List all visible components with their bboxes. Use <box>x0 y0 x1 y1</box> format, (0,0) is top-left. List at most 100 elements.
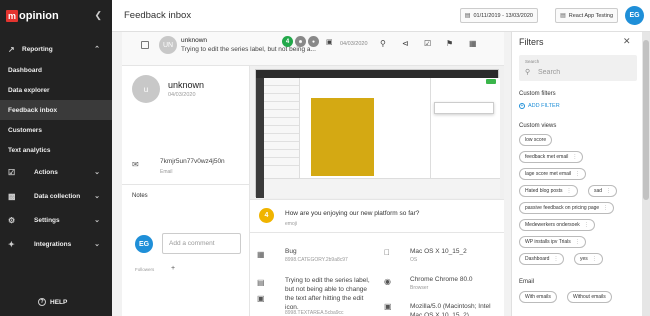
scrollbar[interactable] <box>642 32 650 316</box>
chart-line-icon: ↗ <box>8 44 15 54</box>
sidebar-group-label: Settings <box>34 216 60 224</box>
delete-icon[interactable]: ▦ <box>469 39 477 48</box>
email-label: Email <box>160 169 173 175</box>
feedback-date: 04/03/2020 <box>340 41 368 47</box>
view-chip[interactable]: lage score met email ⋮ <box>519 168 587 180</box>
clipboard-icon: ▩ <box>8 191 16 201</box>
scrollbar-thumb[interactable] <box>643 40 649 200</box>
more-icon[interactable]: ⋮ <box>606 188 611 194</box>
more-icon[interactable]: ⋮ <box>575 171 580 177</box>
more-icon[interactable]: ⋮ <box>572 154 577 160</box>
window-icon: ▣ <box>257 294 265 303</box>
chevron-down-icon: ⌄ <box>94 217 100 224</box>
avatar: u <box>132 75 160 103</box>
user-avatar[interactable]: EG <box>625 6 644 25</box>
sidebar-group-data-collection[interactable]: ▩ Data collection ⌄ <box>0 184 112 208</box>
customer-email: 7kmjr5un77v0wz4j50n <box>160 158 225 165</box>
meta-value: Bug <box>285 248 297 255</box>
more-icon[interactable]: ⋮ <box>567 188 572 194</box>
calendar-icon: ▤ <box>464 13 471 19</box>
zoom-icon[interactable]: ⚲ <box>380 39 386 48</box>
avatar: EG <box>135 235 153 253</box>
apple-icon:  <box>384 248 390 257</box>
feedback-item-header[interactable]: UN unknown Trying to edit the series lab… <box>122 32 504 66</box>
email-heading: Email <box>519 279 535 285</box>
avatar: UN <box>159 36 177 54</box>
nav-section-reporting[interactable]: ↗ Reporting ⌃ <box>0 40 112 58</box>
search-field[interactable]: Search ⚲ <box>519 55 637 81</box>
view-chip[interactable]: WP installs ipv Trials ⋮ <box>519 236 586 248</box>
select-checkbox[interactable] <box>141 41 149 49</box>
sidebar-item-customers[interactable]: Customers <box>0 120 112 140</box>
feedback-author: unknown <box>181 37 208 44</box>
sidebar-group-actions[interactable]: ☑ Actions ⌄ <box>0 160 112 184</box>
page-title: Feedback inbox <box>124 10 192 21</box>
share-icon[interactable]: ⊲ <box>402 39 409 48</box>
date-range-picker[interactable]: ▤ 01/11/2019 - 13/03/2020 <box>459 8 538 23</box>
add-follower-button[interactable]: + <box>171 265 175 272</box>
check-square-icon: ☑ <box>8 167 16 177</box>
close-icon[interactable]: ✕ <box>623 36 631 47</box>
sidebar-group-integrations[interactable]: ✦ Integrations ⌄ <box>0 232 112 256</box>
collapse-sidebar-icon[interactable]: ❮ <box>94 10 102 21</box>
sidebar-group-settings[interactable]: ⚙ Settings ⌄ <box>0 208 112 232</box>
screenshot-image <box>255 69 500 198</box>
feedback-detail: UN unknown Trying to edit the series lab… <box>122 32 504 316</box>
logo-text: opinion <box>19 10 59 22</box>
notes-heading: Notes <box>132 193 148 199</box>
meta-value: Chrome Chrome 80.0 <box>410 276 473 283</box>
more-icon[interactable]: ⋮ <box>584 222 589 228</box>
text-icon: ▤ <box>257 278 265 287</box>
screenshot-preview[interactable] <box>250 66 504 200</box>
help-link[interactable]: ? HELP <box>38 298 67 306</box>
meta-value: Trying to edit the series label, but not… <box>285 277 370 311</box>
sidebar-item-dashboard[interactable]: Dashboard <box>0 60 112 80</box>
chevron-down-icon: ⌄ <box>94 241 100 248</box>
custom-filters-heading: Custom filters <box>519 91 556 97</box>
chevron-up-icon: ⌃ <box>94 46 100 53</box>
meta-label: 8998.TEXTAREA.5cba9cc <box>285 310 344 316</box>
customer-name: unknown <box>168 80 205 90</box>
gear-icon: ⚙ <box>8 215 16 225</box>
sidebar: m opinion ❮ ↗ Reporting ⌃ Dashboard Data… <box>0 0 112 316</box>
sidebar-item-text-analytics[interactable]: Text analytics <box>0 140 112 160</box>
help-label: HELP <box>50 298 68 306</box>
logo-mark: m <box>6 10 18 22</box>
more-icon[interactable]: ⋮ <box>603 205 608 211</box>
view-chip[interactable]: feedback met email ⋮ <box>519 151 584 163</box>
emoji-icon: ☻ <box>295 36 306 47</box>
meta-value: Mozilla/5.0 (Macintosh; Intel Mac OS X 1… <box>410 303 491 316</box>
custom-views-heading: Custom views <box>519 123 557 129</box>
view-chip[interactable]: yes ⋮ <box>574 253 603 265</box>
sidebar-item-data-explorer[interactable]: Data explorer <box>0 80 112 100</box>
project-selector[interactable]: ▤ React App Testing <box>555 8 618 23</box>
email-filter-chip[interactable]: With emails <box>519 291 557 303</box>
view-chip[interactable]: sad ⋮ <box>588 185 618 197</box>
more-icon[interactable]: ⋮ <box>592 256 597 262</box>
sidebar-group-label: Actions <box>34 168 58 176</box>
more-icon[interactable]: ⋮ <box>553 256 558 262</box>
add-filter-button[interactable]: + ADD FILTER <box>519 103 560 109</box>
more-icon[interactable]: ⋮ <box>575 239 580 245</box>
view-chip[interactable]: passive feedback on pricing page ⋮ <box>519 202 615 214</box>
view-chip[interactable]: Medewerkers ondersoek ⋮ <box>519 219 595 231</box>
tag-icon[interactable]: ⚑ <box>446 39 453 48</box>
customer-date: 04/03/2020 <box>168 92 196 98</box>
project-label: React App Testing <box>568 12 613 19</box>
view-chip[interactable]: Hated blog posts ⋮ <box>519 185 578 197</box>
question-answer: emoji <box>285 221 297 227</box>
date-range-label: 01/11/2019 - 13/03/2020 <box>473 12 533 19</box>
view-chip[interactable]: Dashboard ⋮ <box>519 253 565 265</box>
puzzle-icon: ✦ <box>8 239 15 249</box>
filters-panel: Filters ✕ Search ⚲ Custom filters + ADD … <box>511 32 642 316</box>
view-chip[interactable]: low score <box>519 134 553 146</box>
sidebar-item-feedback-inbox[interactable]: Feedback inbox <box>0 100 112 120</box>
mark-done-icon[interactable]: ☑ <box>424 39 431 48</box>
comment-input[interactable] <box>162 233 241 254</box>
search-label: Search <box>525 59 540 64</box>
email-filter-chip[interactable]: Without emails <box>567 291 612 303</box>
camera-icon: ▣ <box>326 39 333 46</box>
question-text: How are you enjoying our new platform so… <box>285 210 420 217</box>
search-input[interactable] <box>538 67 630 77</box>
sidebar-group-label: Data collection <box>34 192 81 200</box>
